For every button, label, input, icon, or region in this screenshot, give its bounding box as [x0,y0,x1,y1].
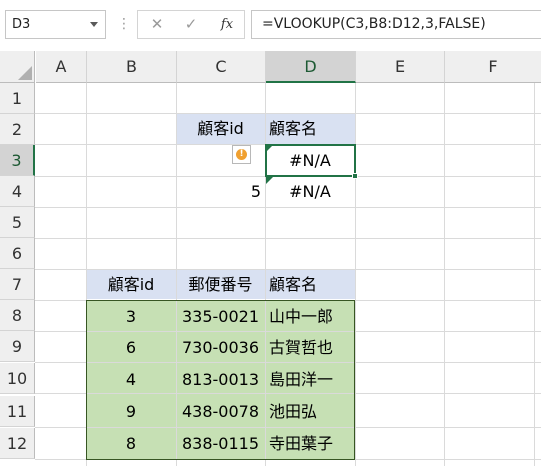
cell-c7[interactable]: 郵便番号 [176,269,265,300]
cell-c2[interactable]: 顧客id [176,113,265,144]
cancel-icon[interactable]: ✕ [140,11,174,38]
gridline [355,83,356,466]
active-cell-selection[interactable] [265,144,356,177]
column-header-c[interactable]: C [177,51,266,83]
insert-function-icon[interactable]: fx [210,11,244,38]
row-header-11[interactable]: 11 [0,396,35,427]
gridline [35,238,541,239]
row-header-12[interactable]: 12 [0,428,35,459]
cell-c3[interactable] [176,145,265,176]
warning-icon: ! [236,149,247,160]
gridline [534,83,535,466]
fill-handle[interactable] [352,173,358,179]
row-header-9[interactable]: 9 [0,331,35,362]
column-header-e[interactable]: E [356,51,445,83]
row-header-10[interactable]: 10 [0,363,35,394]
row-header-3[interactable]: 3 [0,145,35,176]
cell-d2[interactable]: 顧客名 [265,113,355,144]
cell-d7[interactable]: 顧客名 [265,269,355,300]
formula-input[interactable]: =VLOOKUP(C3,B8:D12,3,FALSE) [251,10,541,39]
column-header-b[interactable]: B [87,51,177,83]
error-warning-button[interactable]: ! [232,145,251,164]
column-header-f[interactable]: F [445,51,541,83]
cell-b7[interactable]: 顧客id [86,269,176,300]
row-header-6[interactable]: 6 [0,238,35,269]
row-header-2[interactable]: 2 [0,114,35,145]
gridline [35,207,541,208]
gridline [444,83,445,466]
cell-c4[interactable]: 5 [176,176,265,207]
row-header-4[interactable]: 4 [0,176,35,207]
table-outline [86,300,355,460]
row-header-8[interactable]: 8 [0,300,35,331]
row-header-5[interactable]: 5 [0,207,35,238]
chevron-down-icon[interactable] [90,22,98,27]
formula-buttons: ✕ ✓ fx [137,10,245,39]
column-header-d[interactable]: D [266,51,356,83]
row-header-7[interactable]: 7 [0,269,35,300]
more-options-icon: ⋮ [117,16,131,32]
select-all-icon[interactable] [18,66,32,80]
error-indicator-icon [266,177,273,184]
cell-d4[interactable]: #N/A [265,176,355,207]
enter-icon[interactable]: ✓ [174,11,208,38]
column-header-a[interactable]: A [36,51,87,83]
row-header-1[interactable]: 1 [0,83,35,114]
